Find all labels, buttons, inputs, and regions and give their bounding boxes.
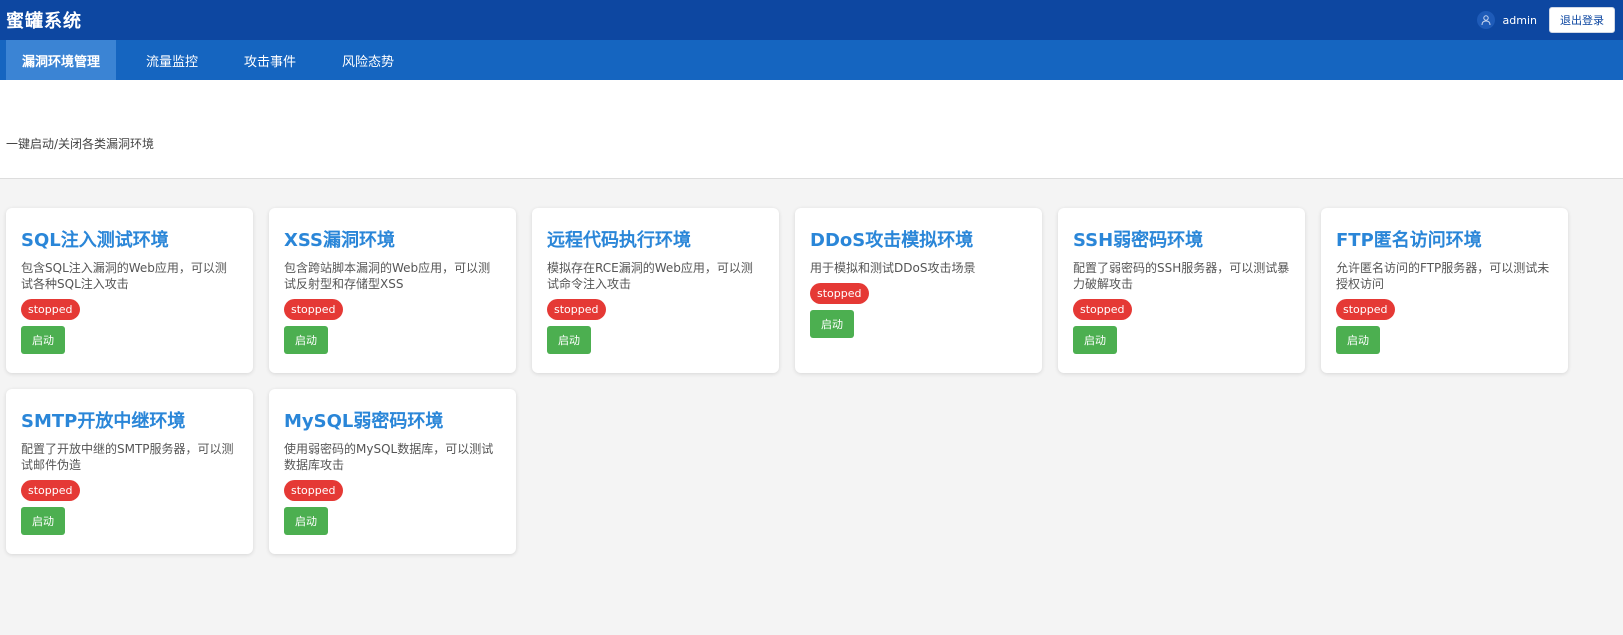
env-card-title: XSS漏洞环境 xyxy=(284,230,395,251)
env-card-title: SQL注入测试环境 xyxy=(21,230,169,251)
env-card-description: 包含SQL注入漏洞的Web应用，可以测试各种SQL注入攻击 xyxy=(21,261,227,291)
env-card-sql-injection: SQL注入测试环境 包含SQL注入漏洞的Web应用，可以测试各种SQL注入攻击 … xyxy=(6,208,253,373)
status-badge: stopped xyxy=(810,283,869,304)
env-card-title: 远程代码执行环境 xyxy=(547,230,691,251)
tab-risk-situation[interactable]: 风险态势 xyxy=(326,40,410,80)
start-button[interactable]: 启动 xyxy=(21,507,65,535)
env-card-description: 用于模拟和测试DDoS攻击场景 xyxy=(810,261,976,275)
page-header: 一键启动/关闭各类漏洞环境 xyxy=(0,80,1623,179)
start-button[interactable]: 启动 xyxy=(547,326,591,354)
start-button[interactable]: 启动 xyxy=(284,507,328,535)
env-card-description: 允许匿名访问的FTP服务器，可以测试未授权访问 xyxy=(1336,261,1550,291)
env-card-mysql-weak-password: MySQL弱密码环境 使用弱密码的MySQL数据库，可以测试数据库攻击 stop… xyxy=(269,389,516,554)
env-card-grid: SQL注入测试环境 包含SQL注入漏洞的Web应用，可以测试各种SQL注入攻击 … xyxy=(0,179,1623,554)
page-subtitle: 一键启动/关闭各类漏洞环境 xyxy=(6,137,155,151)
user-icon xyxy=(1476,11,1495,29)
env-card-smtp-open-relay: SMTP开放中继环境 配置了开放中继的SMTP服务器，可以测试邮件伪造 stop… xyxy=(6,389,253,554)
tab-traffic-monitoring[interactable]: 流量监控 xyxy=(130,40,214,80)
env-card-ssh-weak-password: SSH弱密码环境 配置了弱密码的SSH服务器，可以测试暴力破解攻击 stoppe… xyxy=(1058,208,1305,373)
logout-button[interactable]: 退出登录 xyxy=(1549,7,1615,33)
status-badge: stopped xyxy=(1336,299,1395,320)
env-card-description: 包含跨站脚本漏洞的Web应用，可以测试反射型和存储型XSS xyxy=(284,261,491,291)
env-card-description: 模拟存在RCE漏洞的Web应用，可以测试命令注入攻击 xyxy=(547,261,753,291)
status-badge: stopped xyxy=(284,480,343,501)
env-card-title: FTP匿名访问环境 xyxy=(1336,230,1482,251)
status-badge: stopped xyxy=(21,480,80,501)
env-card-ftp-anonymous: FTP匿名访问环境 允许匿名访问的FTP服务器，可以测试未授权访问 stoppe… xyxy=(1321,208,1568,373)
top-bar: 蜜罐系统 admin 退出登录 xyxy=(0,0,1623,40)
tab-attack-events[interactable]: 攻击事件 xyxy=(228,40,312,80)
env-card-xss: XSS漏洞环境 包含跨站脚本漏洞的Web应用，可以测试反射型和存储型XSS st… xyxy=(269,208,516,373)
status-badge: stopped xyxy=(547,299,606,320)
env-card-description: 使用弱密码的MySQL数据库，可以测试数据库攻击 xyxy=(284,442,494,472)
user-name: admin xyxy=(1502,13,1537,27)
app-title: 蜜罐系统 xyxy=(6,11,82,32)
env-card-title: MySQL弱密码环境 xyxy=(284,411,444,432)
start-button[interactable]: 启动 xyxy=(1073,326,1117,354)
main-nav: 漏洞环境管理 流量监控 攻击事件 风险态势 xyxy=(0,40,1623,80)
status-badge: stopped xyxy=(284,299,343,320)
start-button[interactable]: 启动 xyxy=(810,310,854,338)
start-button[interactable]: 启动 xyxy=(21,326,65,354)
env-card-ddos: DDoS攻击模拟环境 用于模拟和测试DDoS攻击场景 stopped 启动 xyxy=(795,208,1042,373)
env-card-description: 配置了弱密码的SSH服务器，可以测试暴力破解攻击 xyxy=(1073,261,1290,291)
env-card-title: DDoS攻击模拟环境 xyxy=(810,230,974,251)
user-area: admin 退出登录 xyxy=(1476,7,1617,33)
start-button[interactable]: 启动 xyxy=(1336,326,1380,354)
tab-vuln-env-management[interactable]: 漏洞环境管理 xyxy=(6,40,117,80)
start-button[interactable]: 启动 xyxy=(284,326,328,354)
env-card-title: SMTP开放中继环境 xyxy=(21,411,186,432)
env-card-title: SSH弱密码环境 xyxy=(1073,230,1204,251)
status-badge: stopped xyxy=(1073,299,1132,320)
env-card-description: 配置了开放中继的SMTP服务器，可以测试邮件伪造 xyxy=(21,442,234,472)
env-card-rce: 远程代码执行环境 模拟存在RCE漏洞的Web应用，可以测试命令注入攻击 stop… xyxy=(532,208,779,373)
status-badge: stopped xyxy=(21,299,80,320)
